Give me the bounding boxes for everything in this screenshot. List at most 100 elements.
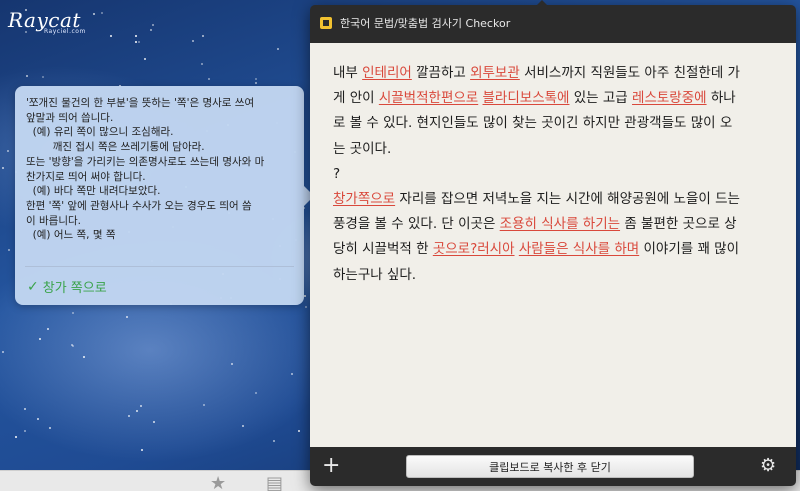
- text-segment: 내부: [333, 65, 363, 81]
- spelling-error[interactable]: 레스토랑중에: [632, 90, 707, 106]
- spelling-error[interactable]: 시끌벅적한편으로: [379, 90, 478, 106]
- text-line: 내부 인테리어 깔끔하고 외투보관 서비스까지 직원들도 아주 친절한데 가: [333, 61, 774, 86]
- tooltip-line: (예) 바다 쪽만 내려다보았다.: [26, 185, 161, 198]
- checker-window: 한국어 문법/맞춤법 검사기 Checkor 내부 인테리어 깔끔하고 외투보관…: [310, 0, 796, 486]
- tooltip-line: 또는 '방향'을 가리키는 의존명사로도 쓰는데 명사와 마: [26, 155, 265, 168]
- text-segment: 풍경을 볼 수 있다. 단 이곳은: [333, 216, 500, 233]
- desktop-logo-subtitle: Rayciel.com: [44, 28, 86, 35]
- tooltip-text: '쪼개진 물건의 한 부분'을 뜻하는 '쪽'은 명사로 쓰여앞말과 띄어 씁니…: [26, 96, 294, 243]
- star-dot: [152, 24, 154, 26]
- text-line: 는 곳이다.: [333, 137, 774, 162]
- star-dot: [72, 312, 74, 314]
- star-dot: [144, 58, 146, 60]
- star-dot: [277, 48, 279, 50]
- grammar-explanation-tooltip: '쪼개진 물건의 한 부분'을 뜻하는 '쪽'은 명사로 쓰여앞말과 띄어 씁니…: [15, 86, 314, 305]
- text-segment: 로 볼 수 있다. 현지인들도 많이 찾는 곳이긴 하지만 관광객들도 많이 오: [333, 115, 733, 132]
- text-line: 게 안이 시끌벅적한편으로 블라디보스톡에 있는 고급 레스토랑중에 하나: [333, 86, 774, 111]
- star-dot: [47, 328, 49, 330]
- star-dot: [49, 427, 51, 429]
- star-dot: [202, 35, 204, 37]
- checked-text-area[interactable]: 내부 인테리어 깔끔하고 외투보관 서비스까지 직원들도 아주 친절한데 가게 …: [310, 43, 796, 447]
- star-dot: [71, 344, 73, 346]
- star-dot: [135, 41, 137, 43]
- list-icon: ▤: [266, 473, 284, 491]
- text-segment: 게 안이: [333, 90, 379, 107]
- spelling-error[interactable]: 외투보관: [470, 65, 520, 81]
- star-dot: [273, 440, 275, 442]
- spelling-error[interactable]: 인테리어: [362, 65, 412, 81]
- star-dot: [242, 425, 244, 427]
- text-segment: 하는구나 싶다.: [333, 266, 417, 283]
- star-dot: [150, 29, 152, 31]
- text-segment: 당히 시끌벅적 한: [333, 241, 433, 258]
- star-dot: [126, 316, 128, 318]
- star-dot: [305, 306, 307, 308]
- add-icon[interactable]: +: [322, 454, 340, 478]
- star-dot: [7, 150, 9, 152]
- star-dot: [24, 408, 26, 410]
- text-segment: 좀 불편한 곳으로 상: [620, 216, 737, 233]
- copy-to-clipboard-button[interactable]: 클립보드로 복사한 후 닫기: [406, 455, 694, 478]
- text-segment: 깔끔하고: [411, 65, 471, 81]
- spelling-error[interactable]: 곳으로?러시아: [433, 241, 515, 257]
- text-segment: 이야기를 꽤 많이: [639, 241, 740, 258]
- star-dot: [304, 295, 306, 297]
- star-dot: [291, 373, 293, 375]
- star-dot: [26, 75, 28, 77]
- star-dot: [153, 421, 155, 423]
- text-segment: 는 곳이다.: [333, 140, 392, 157]
- suggestion-button[interactable]: ✓ 창가 쪽으로: [27, 277, 107, 297]
- tooltip-line: (예) 유리 쪽이 많으니 조심해라.: [26, 126, 174, 139]
- tooltip-line: 앞말과 띄어 씁니다.: [26, 111, 114, 124]
- star-dot: [2, 351, 4, 353]
- window-footer: + 클립보드로 복사한 후 닫기 ⚙: [310, 447, 796, 486]
- text-segment: ?: [333, 165, 341, 182]
- star-dot: [255, 78, 257, 80]
- tooltip-line: (예) 어느 쪽, 몇 쪽: [26, 229, 116, 242]
- text-line: ?: [333, 162, 774, 187]
- star-dot: [192, 40, 194, 42]
- star-dot: [136, 410, 138, 412]
- tooltip-line: 한편 '쪽' 앞에 관형사나 수사가 오는 경우도 띄어 씀: [26, 199, 252, 212]
- text-line: 당히 시끌벅적 한 곳으로?러시아 사람들은 식사를 하며 이야기를 꽤 많이: [333, 237, 774, 262]
- text-line: 하는구나 싶다.: [333, 263, 774, 288]
- star-dot: [15, 436, 17, 438]
- spelling-error[interactable]: 조용히 식사를 하기는: [500, 216, 620, 232]
- text-segment: 자리를 잡으면 저녁노을 지는 시간에 해양공원에 노을이 드는: [395, 191, 740, 208]
- titlebar: 한국어 문법/맞춤법 검사기 Checkor: [310, 5, 796, 41]
- spelling-error[interactable]: 사람들은 식사를 하며: [519, 241, 639, 257]
- tooltip-line: '쪼개진 물건의 한 부분'을 뜻하는 '쪽'은 명사로 쓰여: [26, 97, 255, 109]
- star-dot: [140, 405, 142, 407]
- star-dot: [138, 41, 140, 43]
- text-segment: 서비스까지 직원들도 아주 친절한데 가: [519, 65, 740, 81]
- star-dot: [8, 249, 10, 251]
- star-icon: ★: [210, 473, 227, 491]
- star-dot: [208, 78, 210, 80]
- tooltip-line: 찬가지로 띄어 써야 합니다.: [26, 170, 146, 183]
- star-dot: [255, 82, 257, 84]
- star-dot: [110, 35, 112, 37]
- star-dot: [255, 392, 257, 394]
- app-icon: [320, 17, 332, 29]
- star-dot: [128, 415, 130, 417]
- text-segment: 하나: [706, 90, 736, 107]
- star-dot: [203, 404, 205, 406]
- tooltip-line: 깨진 접시 쪽은 쓰레기통에 담아라.: [26, 141, 205, 154]
- tooltip-divider: [25, 266, 294, 267]
- text-line: 창가쪽으로 자리를 잡으면 저녁노을 지는 시간에 해양공원에 노을이 드는: [333, 187, 774, 212]
- star-dot: [93, 13, 95, 15]
- suggestion-label: 창가 쪽으로: [42, 281, 107, 296]
- tooltip-line: 이 바릅니다.: [26, 214, 81, 227]
- star-dot: [24, 430, 26, 432]
- star-dot: [298, 430, 300, 432]
- checkmark-icon: ✓: [27, 278, 39, 295]
- window-title: 한국어 문법/맞춤법 검사기 Checkor: [340, 17, 511, 30]
- star-dot: [141, 449, 143, 451]
- gear-icon[interactable]: ⚙: [760, 455, 776, 477]
- star-dot: [231, 363, 233, 365]
- star-dot: [135, 35, 137, 37]
- spelling-error[interactable]: 블라디보스톡에: [483, 90, 570, 106]
- star-dot: [83, 356, 85, 358]
- spelling-error[interactable]: 창가쪽으로: [333, 191, 395, 207]
- text-line: 로 볼 수 있다. 현지인들도 많이 찾는 곳이긴 하지만 관광객들도 많이 오: [333, 111, 774, 136]
